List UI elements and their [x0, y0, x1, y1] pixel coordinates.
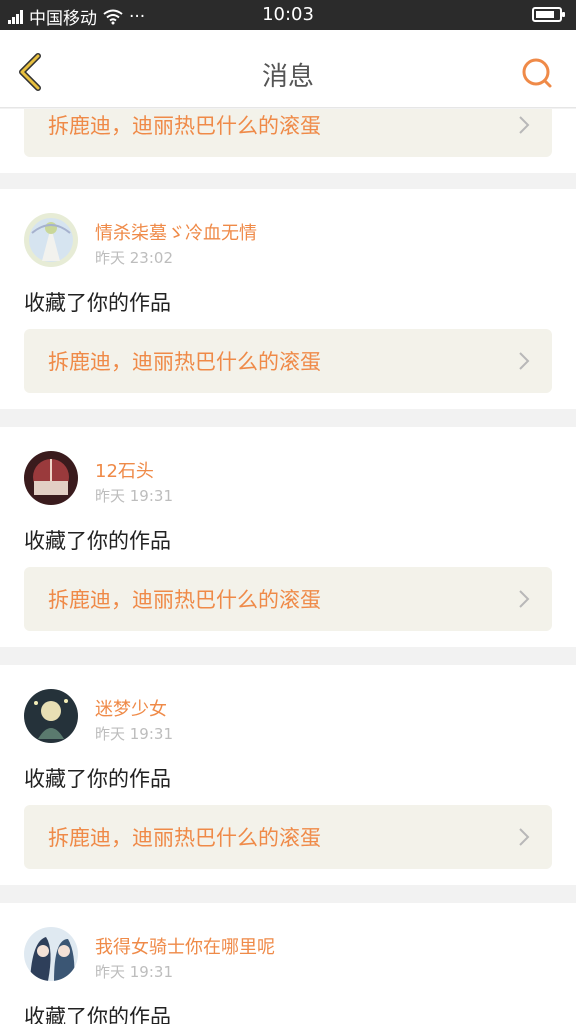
notification-card: 我得女骑士你在哪里呢 昨天 19:31 收藏了你的作品: [0, 903, 576, 1024]
username[interactable]: 12石头: [95, 457, 154, 483]
battery-icon: [532, 7, 565, 22]
battery-fill: [536, 11, 554, 18]
page-title: 消息: [261, 62, 314, 92]
chevron-right-icon: [519, 116, 530, 134]
chevron-right-icon: [519, 590, 530, 608]
timestamp: 昨天 19:31: [95, 487, 173, 505]
chevron-right-icon: [519, 352, 530, 370]
avatar[interactable]: [24, 689, 78, 743]
status-time: 10:03: [262, 4, 314, 25]
notification-card-partial: 拆鹿迪，迪丽热巴什么的滚蛋: [0, 109, 576, 173]
work-title: 拆鹿迪，迪丽热巴什么的滚蛋: [48, 588, 321, 612]
header: 消息: [0, 30, 576, 108]
work-title: 拆鹿迪，迪丽热巴什么的滚蛋: [48, 114, 321, 138]
message-text: 收藏了你的作品: [24, 1005, 171, 1024]
chevron-right-icon: [519, 828, 530, 846]
username[interactable]: 迷梦少女: [95, 695, 167, 721]
timestamp: 昨天 19:31: [95, 963, 173, 981]
timestamp: 昨天 19:31: [95, 725, 173, 743]
notification-card: 12石头 昨天 19:31 收藏了你的作品 拆鹿迪，迪丽热巴什么的滚蛋: [0, 427, 576, 647]
notification-card: 情杀柒墓ゞ冷血无情 昨天 23:02 收藏了你的作品 拆鹿迪，迪丽热巴什么的滚蛋: [0, 189, 576, 409]
username[interactable]: 我得女骑士你在哪里呢: [95, 933, 275, 959]
avatar[interactable]: [24, 927, 78, 981]
search-icon[interactable]: [520, 56, 554, 90]
work-link[interactable]: 拆鹿迪，迪丽热巴什么的滚蛋: [24, 109, 552, 157]
avatar[interactable]: [24, 213, 78, 267]
work-link[interactable]: 拆鹿迪，迪丽热巴什么的滚蛋: [24, 567, 552, 631]
timestamp: 昨天 23:02: [95, 249, 173, 267]
work-link[interactable]: 拆鹿迪，迪丽热巴什么的滚蛋: [24, 329, 552, 393]
username[interactable]: 情杀柒墓ゞ冷血无情: [95, 219, 257, 245]
avatar[interactable]: [24, 451, 78, 505]
work-title: 拆鹿迪，迪丽热巴什么的滚蛋: [48, 350, 321, 374]
message-text: 收藏了你的作品: [24, 529, 171, 553]
message-list[interactable]: 拆鹿迪，迪丽热巴什么的滚蛋 情杀柒墓ゞ冷血无情 昨天 23:02 收藏了你的作品…: [0, 109, 576, 1024]
message-text: 收藏了你的作品: [24, 767, 171, 791]
work-title: 拆鹿迪，迪丽热巴什么的滚蛋: [48, 826, 321, 850]
work-link[interactable]: 拆鹿迪，迪丽热巴什么的滚蛋: [24, 805, 552, 869]
notification-card: 迷梦少女 昨天 19:31 收藏了你的作品 拆鹿迪，迪丽热巴什么的滚蛋: [0, 665, 576, 885]
status-bar: 中国移动 ··· 10:03: [0, 0, 576, 30]
message-text: 收藏了你的作品: [24, 291, 171, 315]
